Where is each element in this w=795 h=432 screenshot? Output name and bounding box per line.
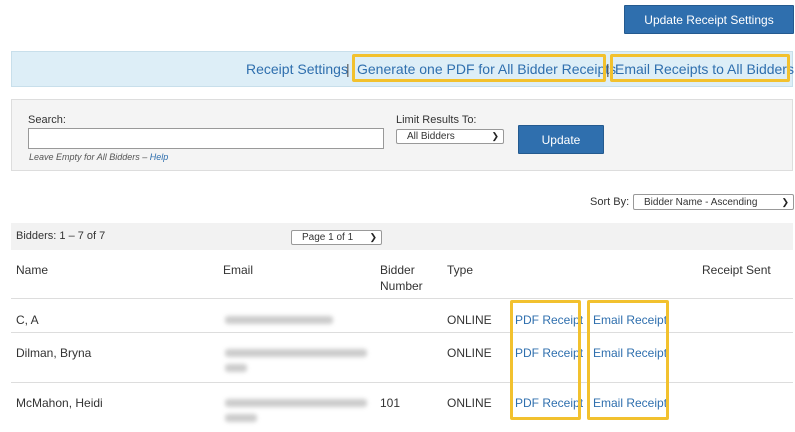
update-button[interactable]: Update <box>518 125 604 154</box>
bidder-name: Dilman, Bryna <box>16 346 92 360</box>
receipt-settings-link[interactable]: Receipt Settings <box>246 61 348 77</box>
limit-results-select[interactable]: All Bidders ❯ <box>396 129 504 144</box>
search-label: Search: <box>28 114 66 126</box>
column-header-name: Name <box>16 263 49 277</box>
bidder-type: ONLINE <box>447 313 492 327</box>
bidders-count: Bidders: 1 – 7 of 7 <box>16 230 106 242</box>
column-header-receipt-sent: Receipt Sent <box>702 263 771 277</box>
bidder-number: 101 <box>380 396 401 410</box>
sort-by-select[interactable]: Bidder Name - Ascending ❯ <box>633 194 794 210</box>
row-divider <box>11 332 793 333</box>
highlight-box <box>610 54 790 82</box>
highlight-box <box>510 300 581 420</box>
chevron-down-icon: ❯ <box>781 196 789 207</box>
bidder-type: ONLINE <box>447 396 492 410</box>
page-select-value: Page 1 of 1 <box>302 232 354 243</box>
search-panel: Search: Leave Empty for All Bidders – He… <box>11 99 793 171</box>
highlight-box <box>587 300 669 420</box>
update-receipt-settings-button[interactable]: Update Receipt Settings <box>624 5 794 34</box>
column-header-bidder-number: Bidder <box>380 263 415 277</box>
help-link[interactable]: Help <box>150 152 169 162</box>
search-hint-text: Leave Empty for All Bidders – <box>29 152 148 162</box>
page-select[interactable]: Page 1 of 1 ❯ <box>291 230 382 245</box>
column-header-email: Email <box>223 263 254 277</box>
chevron-down-icon: ❯ <box>369 232 377 242</box>
sort-by-label: Sort By: <box>590 196 630 208</box>
bidder-name: C, A <box>16 313 39 327</box>
limit-results-label: Limit Results To: <box>396 114 477 126</box>
search-hint: Leave Empty for All Bidders – Help <box>29 152 168 162</box>
bidders-count-bar: Bidders: 1 – 7 of 7 <box>11 223 793 250</box>
link-separator: | <box>346 61 350 77</box>
row-divider <box>11 298 793 299</box>
search-input[interactable] <box>28 128 384 149</box>
chevron-down-icon: ❯ <box>491 131 499 141</box>
limit-results-value: All Bidders <box>407 131 455 142</box>
column-header-type: Type <box>447 263 474 277</box>
column-header-bidder-number: Number <box>380 279 423 293</box>
highlight-box <box>352 54 606 82</box>
bidder-type: ONLINE <box>447 346 492 360</box>
row-divider <box>11 382 793 383</box>
bidder-name: McMahon, Heidi <box>16 396 103 410</box>
sort-by-value: Bidder Name - Ascending <box>644 196 758 208</box>
